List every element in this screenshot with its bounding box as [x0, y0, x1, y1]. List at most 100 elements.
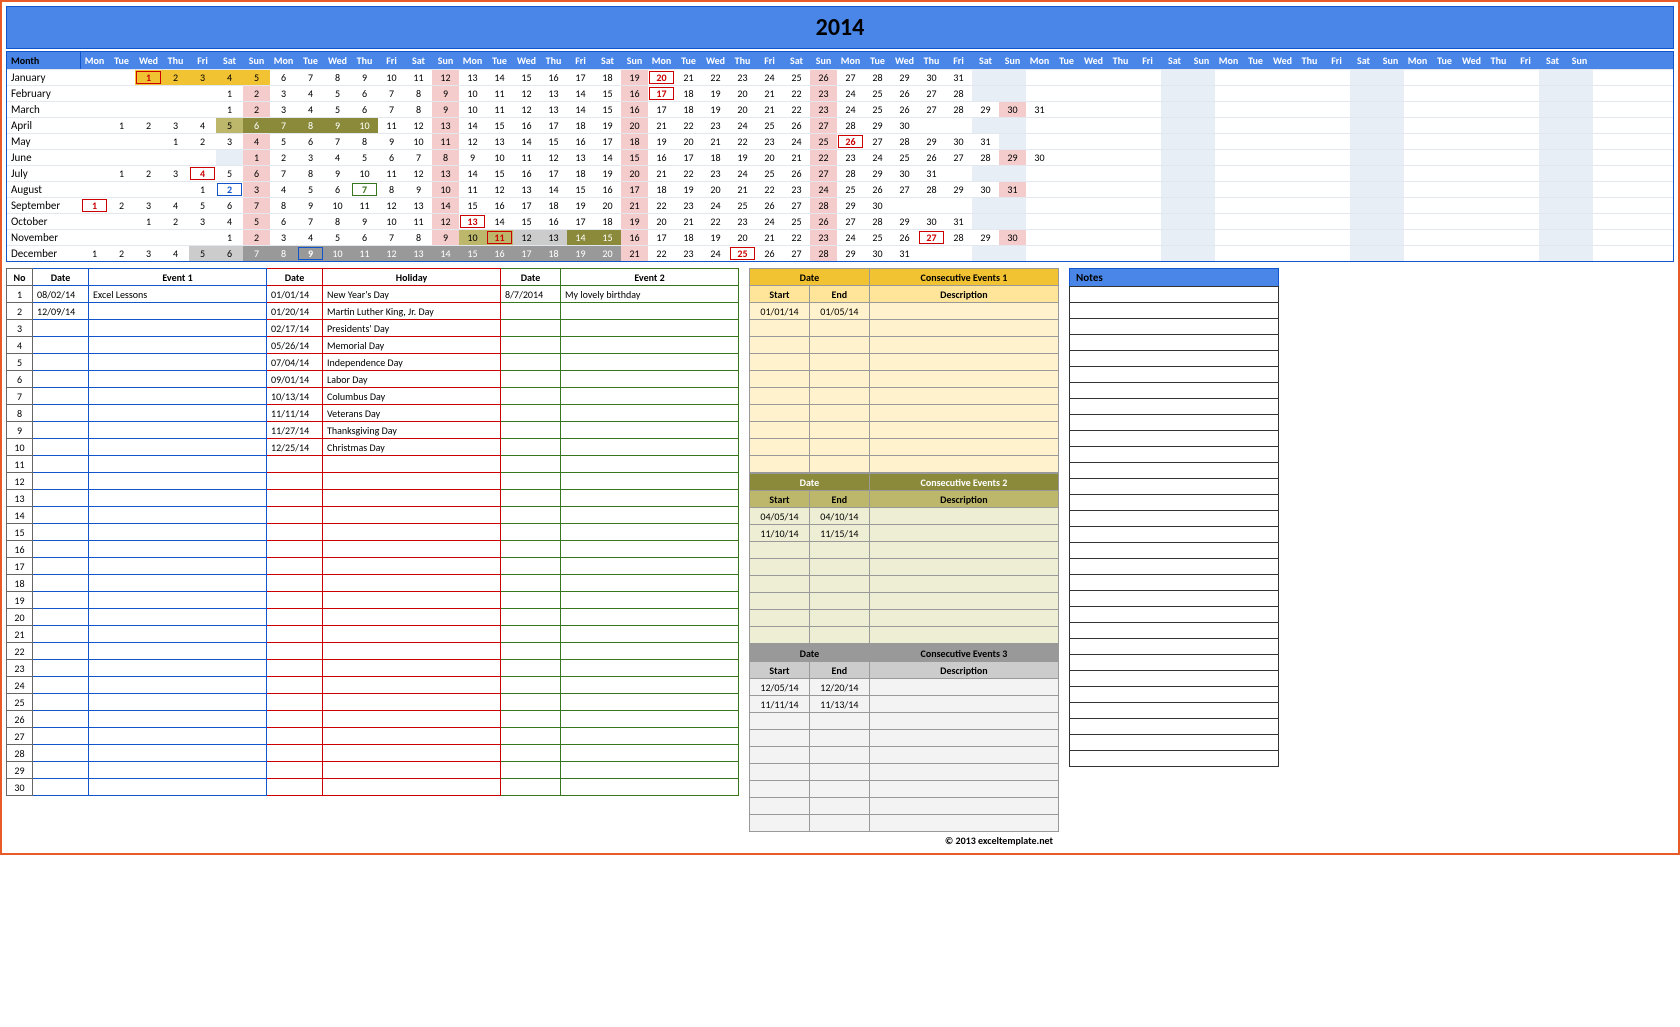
calendar-cell[interactable]: 23 — [783, 182, 810, 197]
consec-cell[interactable] — [869, 679, 1058, 696]
events-cell[interactable] — [561, 660, 739, 677]
events-cell[interactable]: 11 — [7, 456, 33, 473]
calendar-cell[interactable]: 2 — [162, 214, 189, 229]
events-cell[interactable] — [33, 745, 89, 762]
calendar-cell[interactable]: 24 — [702, 246, 729, 261]
calendar-cell[interactable]: 27 — [837, 214, 864, 229]
consec-cell[interactable] — [750, 781, 810, 798]
calendar-cell[interactable]: 17 — [594, 134, 621, 149]
notes-row[interactable] — [1069, 670, 1279, 687]
events-cell[interactable] — [33, 592, 89, 609]
calendar-cell[interactable]: 5 — [270, 134, 297, 149]
events-cell[interactable] — [89, 626, 267, 643]
events-cell[interactable] — [501, 694, 561, 711]
events-cell[interactable] — [501, 337, 561, 354]
consec-cell[interactable] — [750, 764, 810, 781]
events-cell[interactable] — [33, 371, 89, 388]
calendar-cell[interactable]: 22 — [702, 70, 729, 85]
events-cell[interactable] — [267, 592, 323, 609]
calendar-cell[interactable]: 20 — [648, 70, 675, 85]
consec-cell[interactable] — [809, 542, 869, 559]
consec-cell[interactable] — [869, 439, 1058, 456]
calendar-cell[interactable]: 5 — [324, 230, 351, 245]
calendar-cell[interactable]: 24 — [810, 182, 837, 197]
notes-row[interactable] — [1069, 366, 1279, 383]
calendar-cell[interactable]: 21 — [621, 198, 648, 213]
calendar-cell[interactable]: 14 — [567, 230, 594, 245]
consec-cell[interactable] — [750, 730, 810, 747]
calendar-cell[interactable]: 22 — [783, 230, 810, 245]
consec-cell[interactable] — [750, 798, 810, 815]
calendar-cell[interactable]: 27 — [783, 198, 810, 213]
calendar-cell[interactable]: 23 — [810, 102, 837, 117]
events-cell[interactable] — [501, 558, 561, 575]
events-cell[interactable] — [267, 524, 323, 541]
calendar-cell[interactable]: 1 — [135, 214, 162, 229]
consec-cell[interactable] — [869, 593, 1058, 610]
events-cell[interactable] — [323, 711, 501, 728]
calendar-cell[interactable]: 10 — [432, 182, 459, 197]
events-cell[interactable] — [561, 677, 739, 694]
events-cell[interactable]: 27 — [7, 728, 33, 745]
calendar-cell[interactable]: 15 — [540, 134, 567, 149]
events-cell[interactable] — [89, 320, 267, 337]
calendar-cell[interactable]: 13 — [405, 198, 432, 213]
events-cell[interactable] — [267, 490, 323, 507]
calendar-cell[interactable]: 21 — [756, 230, 783, 245]
calendar-cell[interactable]: 18 — [567, 118, 594, 133]
calendar-cell[interactable]: 16 — [513, 118, 540, 133]
calendar-cell[interactable]: 23 — [729, 214, 756, 229]
calendar-cell[interactable]: 17 — [675, 150, 702, 165]
events-cell[interactable]: 3 — [7, 320, 33, 337]
calendar-cell[interactable]: 6 — [351, 230, 378, 245]
calendar-cell[interactable]: 18 — [702, 150, 729, 165]
calendar-cell[interactable]: 14 — [459, 166, 486, 181]
calendar-cell[interactable]: 11 — [486, 102, 513, 117]
events-cell[interactable] — [561, 507, 739, 524]
calendar-cell[interactable]: 31 — [972, 134, 999, 149]
notes-row[interactable] — [1069, 334, 1279, 351]
calendar-cell[interactable]: 11 — [351, 246, 378, 261]
events-cell[interactable] — [561, 643, 739, 660]
events-cell[interactable] — [323, 779, 501, 796]
events-cell[interactable] — [501, 575, 561, 592]
notes-row[interactable] — [1069, 414, 1279, 431]
events-cell[interactable]: Excel Lessons — [89, 286, 267, 303]
calendar-cell[interactable]: 14 — [432, 246, 459, 261]
notes-row[interactable] — [1069, 430, 1279, 447]
consec-cell[interactable] — [750, 713, 810, 730]
calendar-cell[interactable]: 8 — [432, 150, 459, 165]
events-cell[interactable] — [323, 728, 501, 745]
calendar-cell[interactable]: 10 — [324, 198, 351, 213]
calendar-cell[interactable]: 22 — [783, 86, 810, 101]
events-cell[interactable]: 28 — [7, 745, 33, 762]
events-cell[interactable]: 11/11/14 — [267, 405, 323, 422]
calendar-cell[interactable]: 2 — [135, 166, 162, 181]
calendar-cell[interactable]: 28 — [810, 246, 837, 261]
events-cell[interactable] — [33, 677, 89, 694]
calendar-cell[interactable]: 6 — [216, 246, 243, 261]
events-cell[interactable] — [501, 303, 561, 320]
events-cell[interactable] — [561, 745, 739, 762]
consec-cell[interactable] — [869, 610, 1058, 627]
calendar-cell[interactable]: 7 — [243, 198, 270, 213]
calendar-cell[interactable]: 14 — [567, 102, 594, 117]
calendar-cell[interactable]: 19 — [594, 166, 621, 181]
calendar-cell[interactable]: 15 — [513, 70, 540, 85]
calendar-cell[interactable]: 1 — [216, 102, 243, 117]
events-cell[interactable] — [89, 643, 267, 660]
consec-cell[interactable] — [869, 798, 1058, 815]
consec-cell[interactable] — [750, 388, 810, 405]
notes-row[interactable] — [1069, 446, 1279, 463]
calendar-cell[interactable]: 16 — [540, 70, 567, 85]
calendar-cell[interactable]: 28 — [918, 182, 945, 197]
calendar-cell[interactable]: 4 — [297, 102, 324, 117]
calendar-cell[interactable]: 2 — [243, 230, 270, 245]
calendar-cell[interactable]: 11 — [405, 70, 432, 85]
events-cell[interactable]: 02/17/14 — [267, 320, 323, 337]
calendar-cell[interactable]: 12 — [459, 134, 486, 149]
calendar-cell[interactable]: 9 — [324, 166, 351, 181]
events-cell[interactable] — [561, 609, 739, 626]
events-cell[interactable]: 30 — [7, 779, 33, 796]
consec-cell[interactable] — [750, 354, 810, 371]
